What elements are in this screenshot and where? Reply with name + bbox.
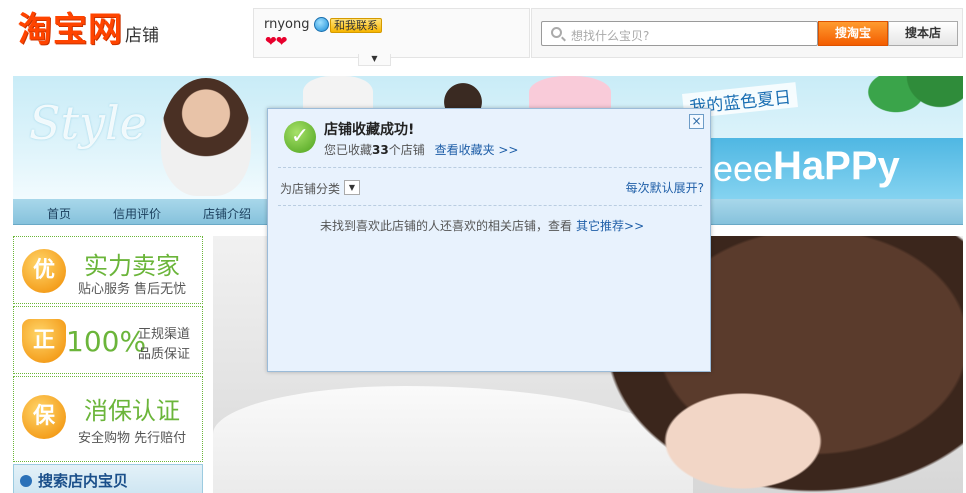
left-sidebar: 优 实力卖家 贴心服务 售后无忧 正 100% 正规渠道 品质保证 保 消保认证… [13,236,203,493]
badge-bao-icon: 保 [22,395,66,439]
photo-face [653,386,833,493]
promo-line1: 正规渠道 [138,327,191,342]
search-input[interactable]: 想找什么宝贝? [541,21,818,46]
promo-genuine[interactable]: 正 100% 正规渠道 品质保证 [13,306,203,374]
nav-credit-rating[interactable]: 信用评价 [113,205,161,222]
promo-consumer-guarantee[interactable]: 保 消保认证 安全购物 先行赔付 [13,376,203,462]
banner-palm-image [863,76,963,148]
divider [278,205,702,206]
wangwang-icon[interactable] [314,17,329,32]
search-shop-button[interactable]: 搜本店 [888,21,958,46]
search-taobao-button[interactable]: 搜淘宝 [818,21,888,46]
category-dropdown[interactable]: ▼ [344,180,360,195]
badge-zheng-icon: 正 [22,319,66,363]
banner-model-image [529,76,611,112]
promo-title: 实力卖家 [84,252,180,280]
seller-info: rnyong 和我联系 ❤❤ [253,8,530,58]
count-prefix: 您已收藏 [324,143,373,157]
search-placeholder: 想找什么宝贝? [571,29,650,43]
favorite-success-dialog: × ✓ 店铺收藏成功! 您已收藏33个店铺 查看收藏夹 >> 为店铺分类 ▼ 每… [267,108,711,372]
promo-percent: 100% [66,325,147,358]
favorite-count: 33 [372,143,389,157]
promo-sub: 安全购物 先行赔付 [78,431,187,446]
promo-title: 消保认证 [84,397,180,425]
search-area: 想找什么宝贝? 搜淘宝 搜本店 [531,8,963,58]
sidebar-search-title: 搜索店内宝贝 [38,472,129,490]
logo-text: 淘宝网 [18,10,123,50]
banner-eee-text: eee [713,148,774,189]
promo-strong-seller[interactable]: 优 实力卖家 贴心服务 售后无忧 [13,236,203,304]
promo-sub: 贴心服务 售后无忧 [78,282,187,297]
check-icon: ✓ [284,121,316,153]
taobao-logo[interactable]: 淘宝网 店铺 [18,12,159,48]
banner-model-image [161,78,251,196]
default-expand-link[interactable]: 每次默认展开? [626,179,704,196]
recommend-text: 未找到喜欢此店铺的人还喜欢的相关店铺，查看 [320,219,573,233]
badge-you-icon: 优 [22,249,66,293]
logo-sub: 店铺 [125,26,159,46]
contact-seller-button[interactable]: 和我联系 [330,18,382,33]
search-icon [551,27,562,38]
dialog-title: 店铺收藏成功! [324,122,415,138]
nav-home[interactable]: 首页 [47,205,71,222]
seller-dropdown-toggle[interactable]: ▼ [358,54,391,66]
recommend-message: 未找到喜欢此店铺的人还喜欢的相关店铺，查看 其它推荐>> [320,217,644,234]
nav-shop-intro[interactable]: 店铺介绍 [203,205,251,222]
divider [278,167,702,168]
favorite-count-line: 您已收藏33个店铺 查看收藏夹 >> [324,141,519,158]
category-label: 为店铺分类 [280,182,341,196]
close-icon[interactable]: × [689,114,704,129]
other-recommend-link[interactable]: 其它推荐>> [576,219,644,233]
banner-style-text: Style [29,96,147,150]
credit-hearts-icon[interactable]: ❤❤ [265,34,287,50]
promo-line2: 品质保证 [138,347,191,362]
count-suffix: 个店铺 [388,143,425,157]
view-favorites-link[interactable]: 查看收藏夹 >> [435,143,519,157]
banner-happy-text: HaPPy [773,144,900,188]
sidebar-search-header: 搜索店内宝贝 [13,464,203,493]
seller-name[interactable]: rnyong [264,17,310,32]
bullet-icon [20,475,32,487]
